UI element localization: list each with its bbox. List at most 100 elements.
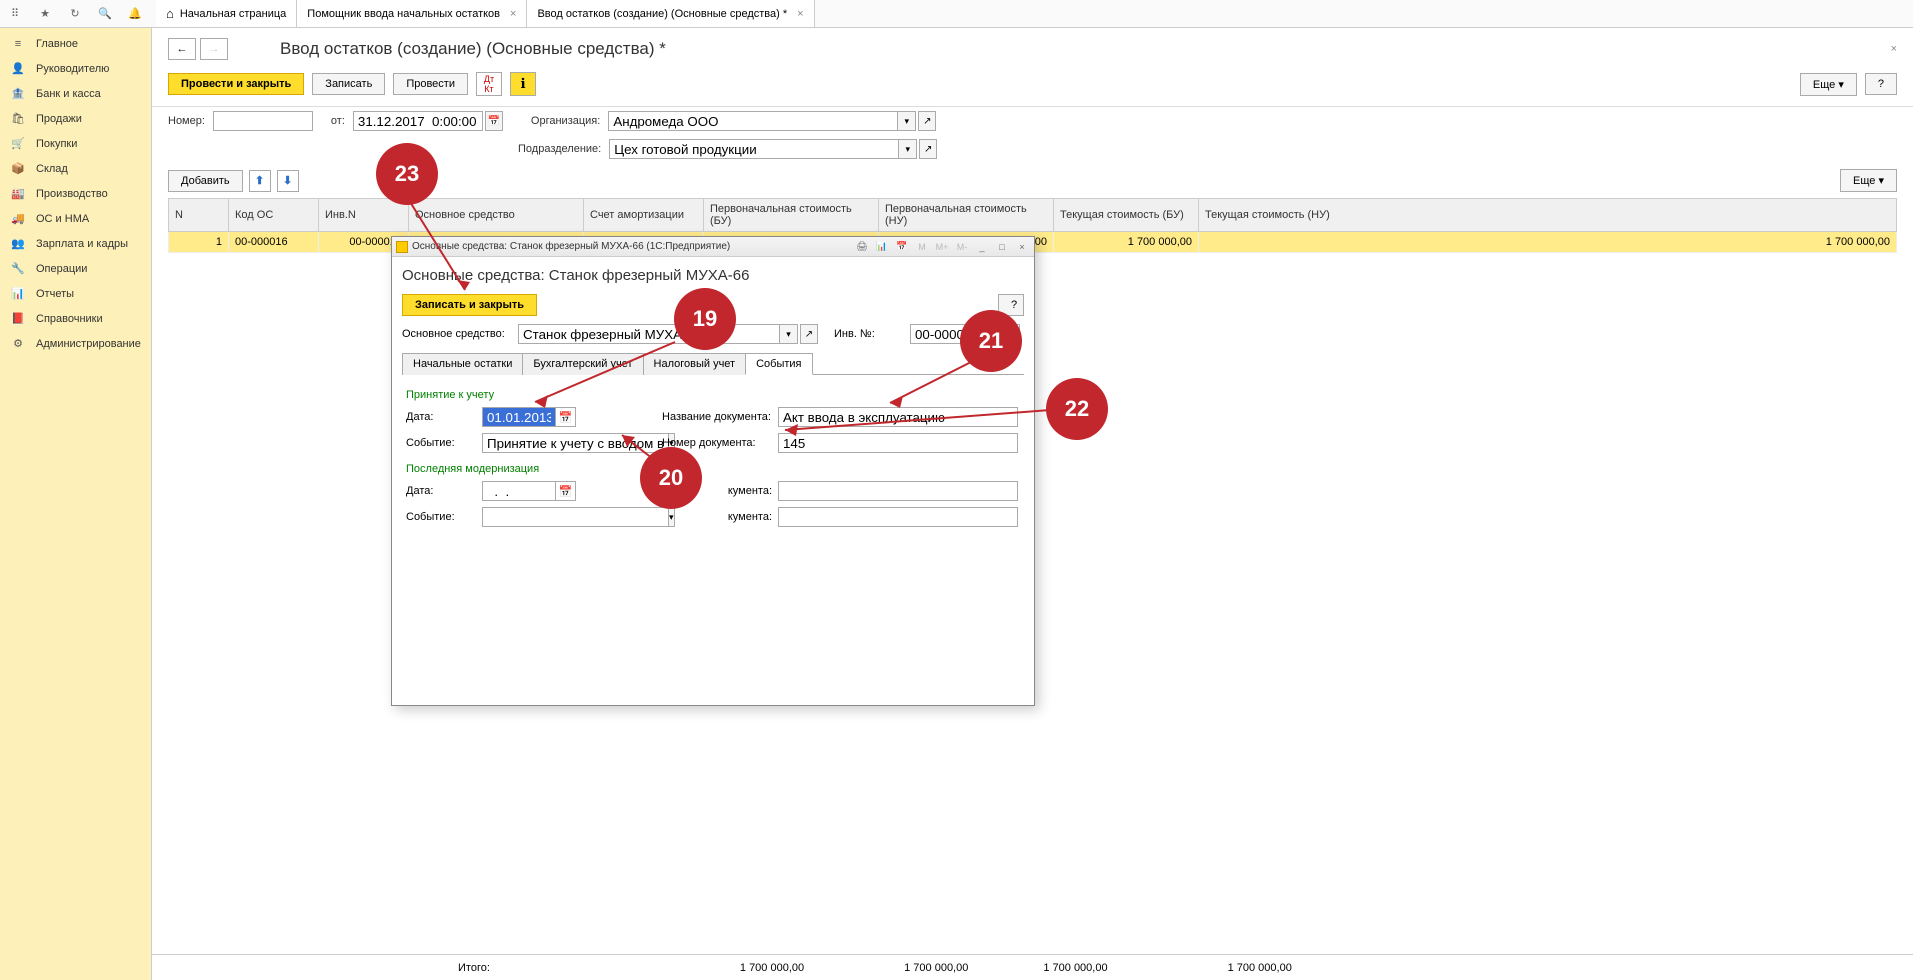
modal-save-close-button[interactable]: Записать и закрыть (402, 294, 537, 316)
page-title: Ввод остатков (создание) (Основные средс… (280, 39, 666, 59)
factory-icon: 🏭 (10, 187, 26, 200)
print-icon[interactable]: 🖨 (854, 240, 870, 254)
sidebar-item-purchases[interactable]: 🛒Покупки (0, 131, 151, 156)
close-icon[interactable]: × (797, 8, 803, 20)
sidebar-item-reports[interactable]: 📊 Отчеты (0, 281, 151, 306)
mod-doc-num-input[interactable] (778, 507, 1018, 527)
dept-input[interactable] (609, 139, 899, 159)
col-n: N (169, 199, 229, 232)
col-cost-bu: Первоначальная стоимость (БУ) (704, 199, 879, 232)
page-header: ← → Ввод остатков (создание) (Основные с… (152, 28, 1913, 68)
sidebar-label: ОС и НМА (36, 213, 89, 225)
bag-icon: 🛍 (10, 112, 26, 125)
sidebar-item-assets[interactable]: 🚚ОС и НМА (0, 206, 151, 231)
close-icon[interactable]: × (510, 8, 516, 20)
sidebar-item-production[interactable]: 🏭Производство (0, 181, 151, 206)
move-down-button[interactable]: ⬇ (277, 170, 299, 192)
m-icon[interactable]: M (914, 240, 930, 254)
annotation-21: 21 (960, 310, 1022, 372)
doc-name-label: Название документа: (662, 411, 772, 423)
tab-helper[interactable]: Помощник ввода начальных остатков × (297, 0, 527, 27)
help-button[interactable]: ? (1865, 73, 1897, 95)
apps-icon[interactable]: ⠿ (6, 5, 24, 23)
annotation-19: 19 (674, 288, 736, 350)
col-code: Код ОС (229, 199, 319, 232)
sidebar-item-manager[interactable]: 👤Руководителю (0, 56, 151, 81)
cell-n: 1 (169, 232, 229, 253)
person-icon: 👤 (10, 62, 26, 75)
sidebar-label: Администрирование (36, 338, 141, 350)
sidebar-item-operations[interactable]: 🔧Операции (0, 256, 151, 281)
add-button[interactable]: Добавить (168, 170, 243, 192)
move-up-button[interactable]: ⬆ (249, 170, 271, 192)
asset-label: Основное средство: (402, 328, 512, 340)
arrow-22 (780, 400, 1060, 440)
post-button[interactable]: Провести (393, 73, 468, 95)
more-button-table[interactable]: Еще ▾ (1840, 169, 1897, 192)
sidebar-item-payroll[interactable]: 👥Зарплата и кадры (0, 231, 151, 256)
calendar-icon[interactable]: 📅 (556, 481, 576, 501)
annotation-23: 23 (376, 143, 438, 205)
mod-event-input[interactable] (482, 507, 669, 527)
sidebar-item-sales[interactable]: 🛍Продажи (0, 106, 151, 131)
info-button[interactable]: ℹ (510, 72, 536, 96)
open-icon[interactable]: ↗ (918, 111, 936, 131)
search-icon[interactable]: 🔍 (96, 5, 114, 23)
maximize-icon[interactable]: □ (994, 240, 1010, 254)
back-button[interactable]: ← (168, 38, 196, 60)
dropdown-icon[interactable]: ▾ (898, 111, 916, 131)
bell-icon[interactable]: 🔔 (126, 5, 144, 23)
mod-doc-num-label: кумента: (662, 511, 772, 523)
col-cost-nu: Первоначальная стоимость (НУ) (879, 199, 1054, 232)
post-close-button[interactable]: Провести и закрыть (168, 73, 304, 95)
mod-doc-name-input[interactable] (778, 481, 1018, 501)
mod-date-label: Дата: (406, 485, 476, 497)
dropdown-icon[interactable]: ▾ (899, 139, 917, 159)
close-icon[interactable]: × (1014, 240, 1030, 254)
chart-icon: 📊 (10, 287, 26, 300)
calc-icon[interactable]: 📊 (874, 240, 890, 254)
footer-val: 1 700 000,00 (740, 962, 804, 974)
top-toolbar: ⠿ ★ ↻ 🔍 🔔 ⌂ Начальная страница Помощник … (0, 0, 1913, 28)
dropdown-icon[interactable]: ▾ (780, 324, 798, 344)
save-button[interactable]: Записать (312, 73, 385, 95)
dt-kt-button[interactable]: ДтКт (476, 72, 502, 96)
mplus-icon[interactable]: M+ (934, 240, 950, 254)
sidebar-label: Отчеты (36, 288, 74, 300)
sidebar-item-catalogs[interactable]: 📕Справочники (0, 306, 151, 331)
more-button[interactable]: Еще ▾ (1800, 73, 1857, 96)
org-input[interactable] (608, 111, 898, 131)
tab-initial[interactable]: Начальные остатки (402, 353, 523, 375)
forward-button[interactable]: → (200, 38, 228, 60)
sidebar-item-main[interactable]: ≡Главное (0, 32, 151, 56)
modal-titlebar[interactable]: Основные средства: Станок фрезерный МУХА… (392, 237, 1034, 257)
home-icon: ⌂ (166, 6, 174, 21)
cell-cur-nu: 1 700 000,00 (1199, 232, 1897, 253)
book-icon: 📕 (10, 312, 26, 325)
open-icon[interactable]: ↗ (800, 324, 818, 344)
minimize-icon[interactable]: _ (974, 240, 990, 254)
close-page-icon[interactable]: × (1891, 43, 1897, 55)
tab-home[interactable]: ⌂ Начальная страница (156, 0, 297, 27)
date-input[interactable] (353, 111, 483, 131)
arrow-19 (530, 340, 680, 410)
number-label: Номер: (168, 115, 205, 127)
acceptance-date-input[interactable] (482, 407, 556, 427)
star-icon[interactable]: ★ (36, 5, 54, 23)
col-inv: Инв.N (319, 199, 409, 232)
mod-date-input[interactable] (482, 481, 556, 501)
number-input[interactable] (213, 111, 313, 131)
dept-label: Подразделение: (518, 143, 601, 155)
cal-icon[interactable]: 📅 (894, 240, 910, 254)
tab-events[interactable]: События (745, 353, 812, 375)
calendar-icon[interactable]: 📅 (556, 407, 576, 427)
history-icon[interactable]: ↻ (66, 5, 84, 23)
sidebar-item-warehouse[interactable]: 📦Склад (0, 156, 151, 181)
open-icon[interactable]: ↗ (919, 139, 937, 159)
sidebar-item-bank[interactable]: 🏦Банк и касса (0, 81, 151, 106)
mminus-icon[interactable]: M- (954, 240, 970, 254)
tab-home-label: Начальная страница (180, 8, 286, 20)
tab-entry[interactable]: Ввод остатков (создание) (Основные средс… (527, 0, 814, 27)
sidebar-item-admin[interactable]: ⚙Администрирование (0, 331, 151, 356)
calendar-icon[interactable]: 📅 (485, 111, 503, 131)
